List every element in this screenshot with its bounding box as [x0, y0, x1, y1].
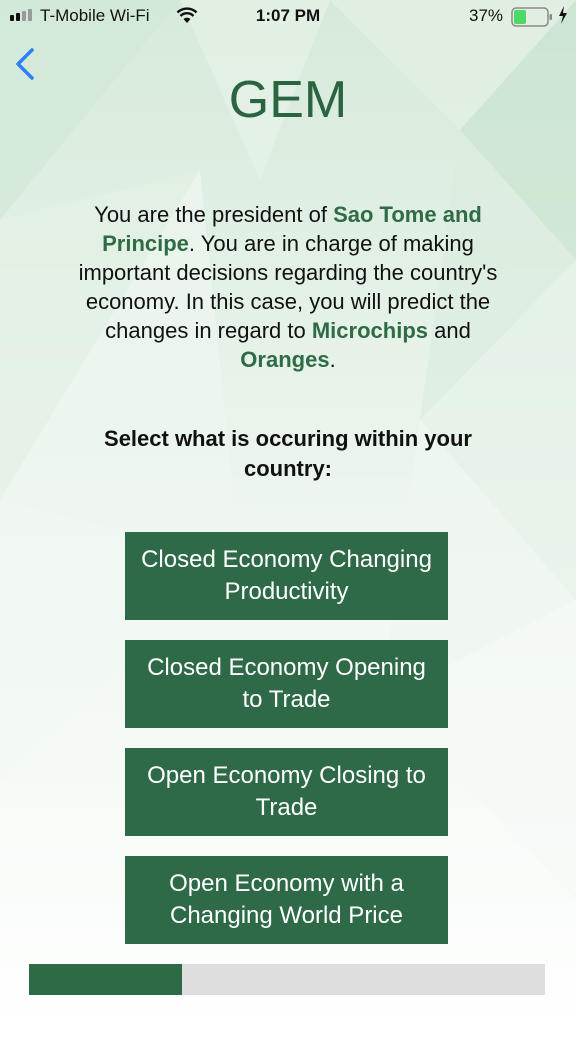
option-closed-economy-opening-to-trade[interactable]: Closed Economy Opening to Trade: [125, 640, 448, 728]
page-title: GEM: [228, 71, 348, 129]
selection-prompt: Select what is occuring within your coun…: [104, 426, 472, 481]
intro-text-part: You are the president of: [94, 202, 334, 227]
battery-icon: [511, 7, 552, 27]
charging-icon: [559, 6, 567, 24]
good-name-oranges: Oranges: [240, 347, 330, 372]
good-name-microchips: Microchips: [311, 318, 428, 343]
intro-text-part: .: [329, 347, 336, 372]
intro-text-part: and: [428, 318, 471, 343]
option-open-economy-changing-world-price[interactable]: Open Economy with a Changing World Price: [125, 856, 448, 944]
intro-text: You are the president of Sao Tome and Pr…: [58, 200, 518, 374]
progress-bar: [29, 964, 545, 995]
option-closed-economy-changing-productivity[interactable]: Closed Economy Changing Productivity: [125, 532, 448, 620]
option-open-economy-closing-to-trade[interactable]: Open Economy Closing to Trade: [125, 748, 448, 836]
battery-percent: 37%: [469, 6, 504, 25]
progress-bar-fill: [29, 964, 183, 995]
status-bar: T-Mobile Wi-Fi 1:07 PM 37%: [0, 0, 576, 34]
